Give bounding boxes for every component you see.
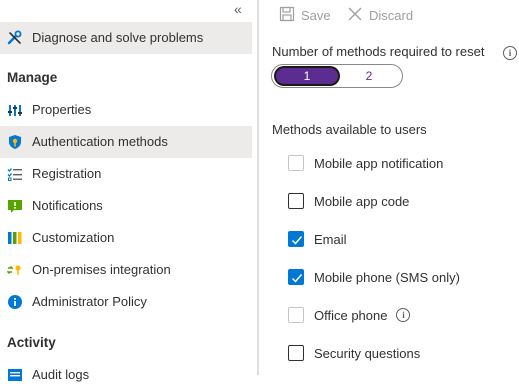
method-label: Security questions — [314, 345, 421, 361]
sidebar-item-label: Administrator Policy — [32, 294, 147, 309]
methods-required-option-2[interactable]: 2 — [338, 68, 400, 84]
properties-bars-icon — [7, 102, 23, 118]
method-checkbox-row[interactable]: Mobile app notification — [288, 154, 443, 172]
checkbox[interactable] — [288, 345, 304, 361]
sidebar-item-properties[interactable]: Properties — [0, 94, 252, 126]
checkmark-icon — [291, 236, 303, 245]
info-icon[interactable]: i — [396, 308, 411, 322]
notification-icon — [7, 198, 23, 214]
save-button[interactable]: Save — [279, 2, 331, 28]
sidebar: « Diagnose and solve problems Manage Pro… — [0, 0, 252, 382]
method-checkbox-row[interactable]: Mobile app code — [288, 192, 409, 210]
methods-required-toggle: 1 2 — [271, 64, 403, 88]
method-label: Office phone — [314, 307, 388, 323]
group-header-manage: Manage — [7, 70, 58, 85]
save-label: Save — [301, 7, 331, 23]
sync-key-icon — [6, 262, 23, 278]
methods-required-option-1[interactable]: 1 — [276, 68, 338, 84]
method-label: Mobile app code — [314, 193, 410, 209]
sidebar-item-notifications[interactable]: Notifications — [0, 190, 252, 222]
checkbox[interactable] — [288, 307, 304, 323]
methods-required-label: Number of methods required to reset — [272, 44, 485, 59]
wrench-cross-icon — [7, 30, 23, 46]
method-checkbox-row[interactable]: Email — [288, 230, 347, 248]
sidebar-item-customization[interactable]: Customization — [0, 222, 252, 254]
method-checkbox-row[interactable]: Office phone i — [288, 306, 411, 324]
discard-button[interactable]: Discard — [347, 2, 413, 28]
sidebar-item-label: Properties — [32, 102, 92, 117]
checklist-icon — [7, 166, 23, 182]
sidebar-item-label: Diagnose and solve problems — [32, 30, 204, 45]
sidebar-divider — [257, 0, 259, 375]
checkbox[interactable] — [288, 231, 304, 247]
group-header-activity: Activity — [7, 335, 56, 350]
shield-key-icon — [7, 134, 23, 150]
sidebar-item-on-premises-integration[interactable]: On-premises integration — [0, 254, 252, 286]
sidebar-item-label: Notifications — [32, 198, 103, 213]
sidebar-item-label: Customization — [32, 230, 115, 245]
close-icon — [347, 6, 369, 25]
sidebar-item-label: On-premises integration — [32, 262, 171, 277]
methods-available-label: Methods available to users — [272, 122, 427, 137]
log-icon — [7, 367, 23, 383]
sidebar-item-label: Registration — [32, 166, 102, 181]
collapse-sidebar-button[interactable]: « — [234, 2, 248, 16]
checkmark-icon — [291, 274, 303, 283]
method-checkbox-row[interactable]: Mobile phone (SMS only) — [288, 268, 460, 286]
checkbox[interactable] — [288, 269, 304, 285]
method-checkbox-row[interactable]: Security questions — [288, 344, 420, 362]
sidebar-item-diagnose-and-solve-problems[interactable]: Diagnose and solve problems — [0, 22, 252, 54]
info-icon[interactable]: i — [503, 46, 517, 60]
sidebar-item-label: Authentication methods — [32, 134, 168, 149]
method-label: Mobile app notification — [314, 155, 444, 171]
sidebar-item-authentication-methods[interactable]: Authentication methods — [0, 126, 252, 158]
checkbox[interactable] — [288, 155, 304, 171]
sidebar-item-administrator-policy[interactable]: Administrator Policy — [0, 286, 252, 318]
info-circle-icon — [7, 294, 23, 310]
sidebar-item-registration[interactable]: Registration — [0, 158, 252, 190]
method-label: Mobile phone (SMS only) — [314, 269, 460, 285]
method-label: Email — [314, 231, 347, 247]
checkbox[interactable] — [288, 193, 304, 209]
customization-bars-icon — [7, 230, 23, 246]
sidebar-item-audit-logs[interactable]: Audit logs — [0, 359, 252, 391]
discard-label: Discard — [369, 7, 414, 23]
sidebar-item-label: Audit logs — [32, 367, 90, 382]
save-icon — [279, 6, 301, 25]
